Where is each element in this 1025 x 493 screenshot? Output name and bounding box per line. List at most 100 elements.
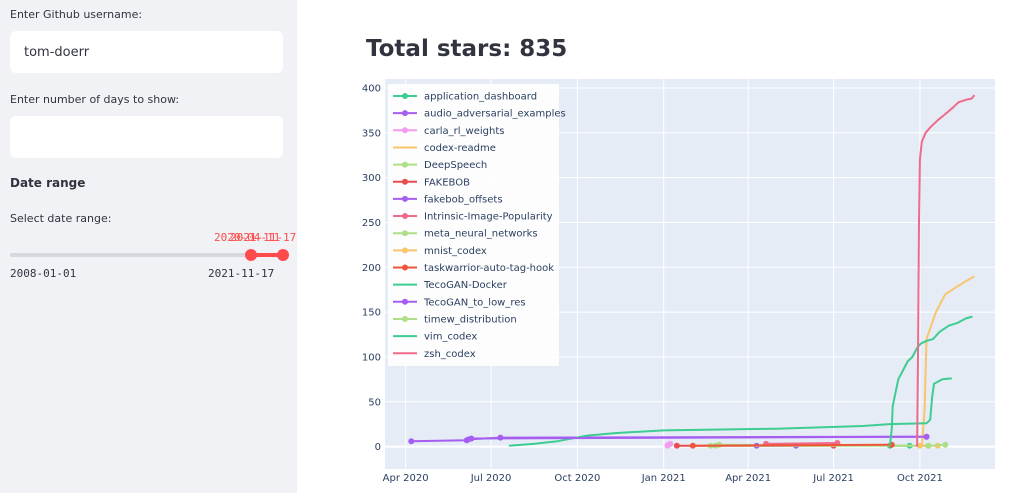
data-point bbox=[925, 442, 932, 449]
legend-label: taskwarrior-auto-tag-hook bbox=[424, 263, 554, 274]
data-point bbox=[408, 438, 415, 445]
legend-swatch-marker bbox=[402, 213, 408, 220]
series-line bbox=[411, 435, 927, 443]
series-line bbox=[692, 443, 892, 447]
slider-max-label: 2021-11-17 bbox=[208, 267, 275, 280]
page-title: Total stars: 835 bbox=[366, 36, 568, 62]
y-tick-label: 0 bbox=[375, 442, 381, 453]
data-point bbox=[888, 441, 895, 448]
data-point bbox=[712, 442, 719, 449]
data-point bbox=[468, 435, 475, 442]
data-point bbox=[497, 434, 504, 441]
legend-label: meta_neural_networks bbox=[424, 229, 538, 240]
username-label: Enter Github username: bbox=[10, 8, 143, 21]
legend-swatch-marker bbox=[402, 264, 408, 271]
date-range-header: Date range bbox=[10, 176, 86, 190]
x-tick-label: Oct 2021 bbox=[897, 473, 943, 484]
y-tick-label: 300 bbox=[362, 173, 381, 184]
data-point bbox=[665, 441, 672, 448]
legend-swatch-marker bbox=[402, 127, 408, 134]
legend-label: DeepSpeech bbox=[424, 160, 487, 171]
legend-label: TecoGAN-Docker bbox=[423, 280, 508, 291]
series-lines bbox=[408, 94, 976, 449]
sidebar: Enter Github username: Enter number of d… bbox=[0, 0, 297, 493]
legend-items: application_dashboard audio_adversarial_e… bbox=[393, 92, 566, 360]
y-tick-label: 150 bbox=[362, 308, 381, 319]
y-tick-label: 50 bbox=[368, 397, 381, 408]
x-tick-label: Oct 2020 bbox=[554, 473, 600, 484]
slider-min-label: 2008-01-01 bbox=[10, 267, 77, 280]
legend-swatch-marker bbox=[402, 195, 408, 202]
legend-swatch-marker bbox=[402, 93, 408, 99]
series-line bbox=[916, 94, 976, 447]
series-line bbox=[888, 315, 973, 446]
slider-track[interactable] bbox=[10, 253, 283, 257]
slider-high-thumb[interactable] bbox=[277, 249, 289, 261]
data-point bbox=[886, 442, 893, 449]
x-tick-label: Jan 2021 bbox=[641, 473, 686, 484]
legend-swatch-marker bbox=[402, 315, 408, 322]
data-point bbox=[667, 440, 674, 447]
x-tick-label: Apr 2021 bbox=[725, 473, 771, 484]
username-input[interactable] bbox=[10, 31, 283, 73]
legend-label: codex-readme bbox=[424, 143, 496, 154]
data-point bbox=[707, 442, 714, 449]
series-line bbox=[715, 443, 929, 447]
legend-label: mnist_codex bbox=[424, 246, 487, 257]
y-axis: 0 50 100 150 200 250 300 350 400 bbox=[362, 83, 381, 453]
series-line bbox=[471, 435, 927, 440]
legend-swatch-marker bbox=[402, 161, 408, 168]
legend-label: timew_distribution bbox=[424, 314, 517, 325]
y-tick-label: 400 bbox=[362, 83, 381, 94]
y-tick-label: 350 bbox=[362, 128, 381, 139]
days-input[interactable] bbox=[10, 116, 283, 158]
data-point bbox=[916, 442, 923, 449]
x-tick-label: Apr 2020 bbox=[383, 473, 429, 484]
data-point bbox=[793, 442, 800, 449]
data-point bbox=[906, 442, 913, 449]
data-point bbox=[925, 442, 932, 449]
data-point bbox=[925, 442, 932, 449]
data-point bbox=[830, 442, 837, 449]
data-point bbox=[942, 441, 949, 448]
data-point bbox=[463, 437, 470, 444]
slider-label: Select date range: bbox=[10, 212, 112, 225]
series-line bbox=[508, 377, 952, 447]
data-point bbox=[716, 441, 723, 448]
slider-high-value: 2021-11-17 bbox=[230, 231, 297, 244]
x-tick-label: Jul 2020 bbox=[470, 473, 512, 484]
legend-label: application_dashboard bbox=[424, 92, 537, 103]
data-point bbox=[923, 433, 930, 440]
legend-label: FAKEBOB bbox=[424, 177, 470, 188]
legend: application_dashboard audio_adversarial_e… bbox=[388, 84, 566, 366]
y-tick-label: 250 bbox=[362, 218, 381, 229]
series-line bbox=[765, 442, 838, 445]
days-label: Enter number of days to show: bbox=[10, 93, 180, 106]
legend-box bbox=[388, 84, 559, 366]
legend-swatch-marker bbox=[402, 247, 408, 254]
legend-label: zsh_codex bbox=[424, 349, 476, 360]
y-tick-label: 200 bbox=[362, 263, 381, 274]
legend-swatch-marker bbox=[402, 298, 408, 305]
data-point bbox=[465, 436, 472, 443]
legend-label: carla_rl_weights bbox=[424, 126, 504, 137]
slider-low-thumb[interactable] bbox=[245, 249, 257, 261]
series-line bbox=[928, 443, 946, 447]
legend-swatch-marker bbox=[402, 178, 408, 185]
plot-background bbox=[385, 79, 995, 469]
legend-label: fakebob_offsets bbox=[424, 194, 503, 205]
data-point bbox=[834, 440, 841, 446]
series-line bbox=[920, 275, 975, 447]
legend-label: TecoGAN_to_low_res bbox=[423, 297, 526, 308]
x-tick-label: Jul 2021 bbox=[812, 473, 854, 484]
grid bbox=[385, 79, 995, 469]
data-point bbox=[673, 442, 680, 449]
legend-swatch-marker bbox=[402, 230, 408, 237]
x-axis: Apr 2020 Jul 2020 Oct 2020 Jan 2021 Apr 2021… bbox=[383, 473, 943, 484]
series-line bbox=[666, 442, 671, 447]
data-point bbox=[923, 433, 930, 440]
data-point bbox=[664, 442, 671, 449]
y-tick-label: 100 bbox=[362, 352, 381, 363]
legend-label: Intrinsic-Image-Popularity bbox=[424, 212, 553, 223]
legend-label: vim_codex bbox=[424, 332, 477, 343]
